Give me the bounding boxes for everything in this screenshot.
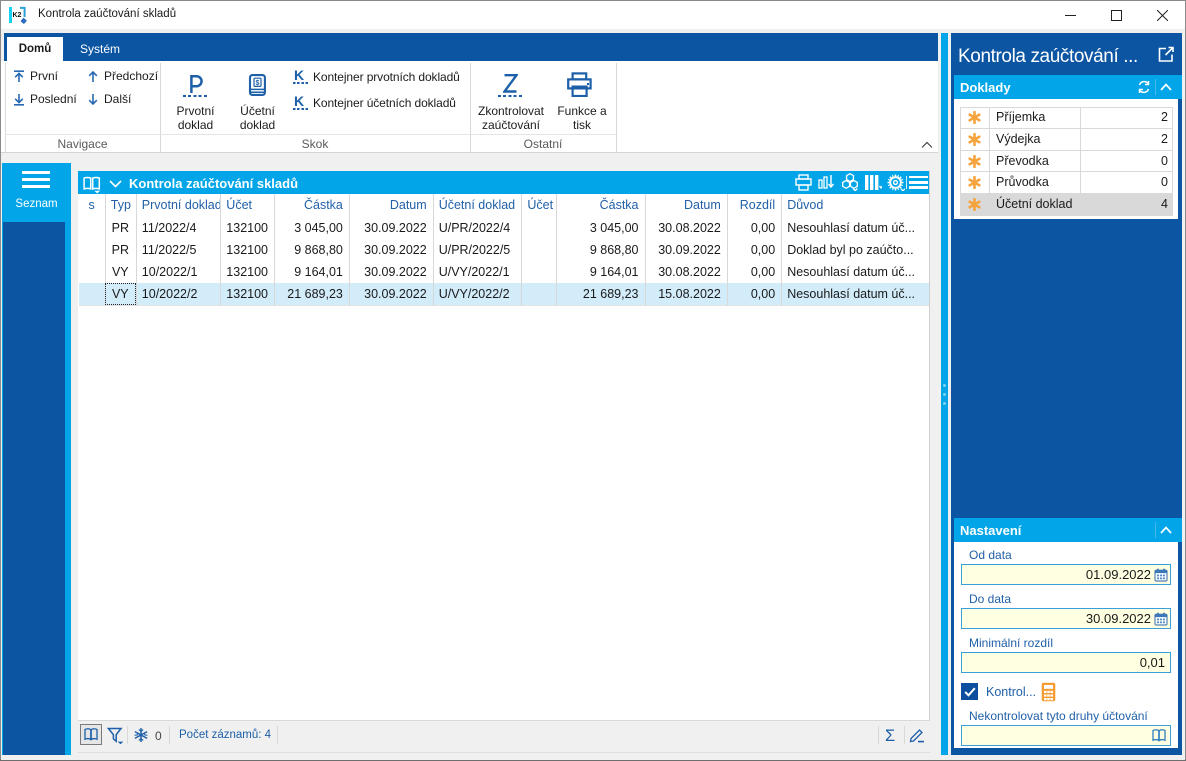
svg-text:$: $ bbox=[256, 79, 260, 86]
